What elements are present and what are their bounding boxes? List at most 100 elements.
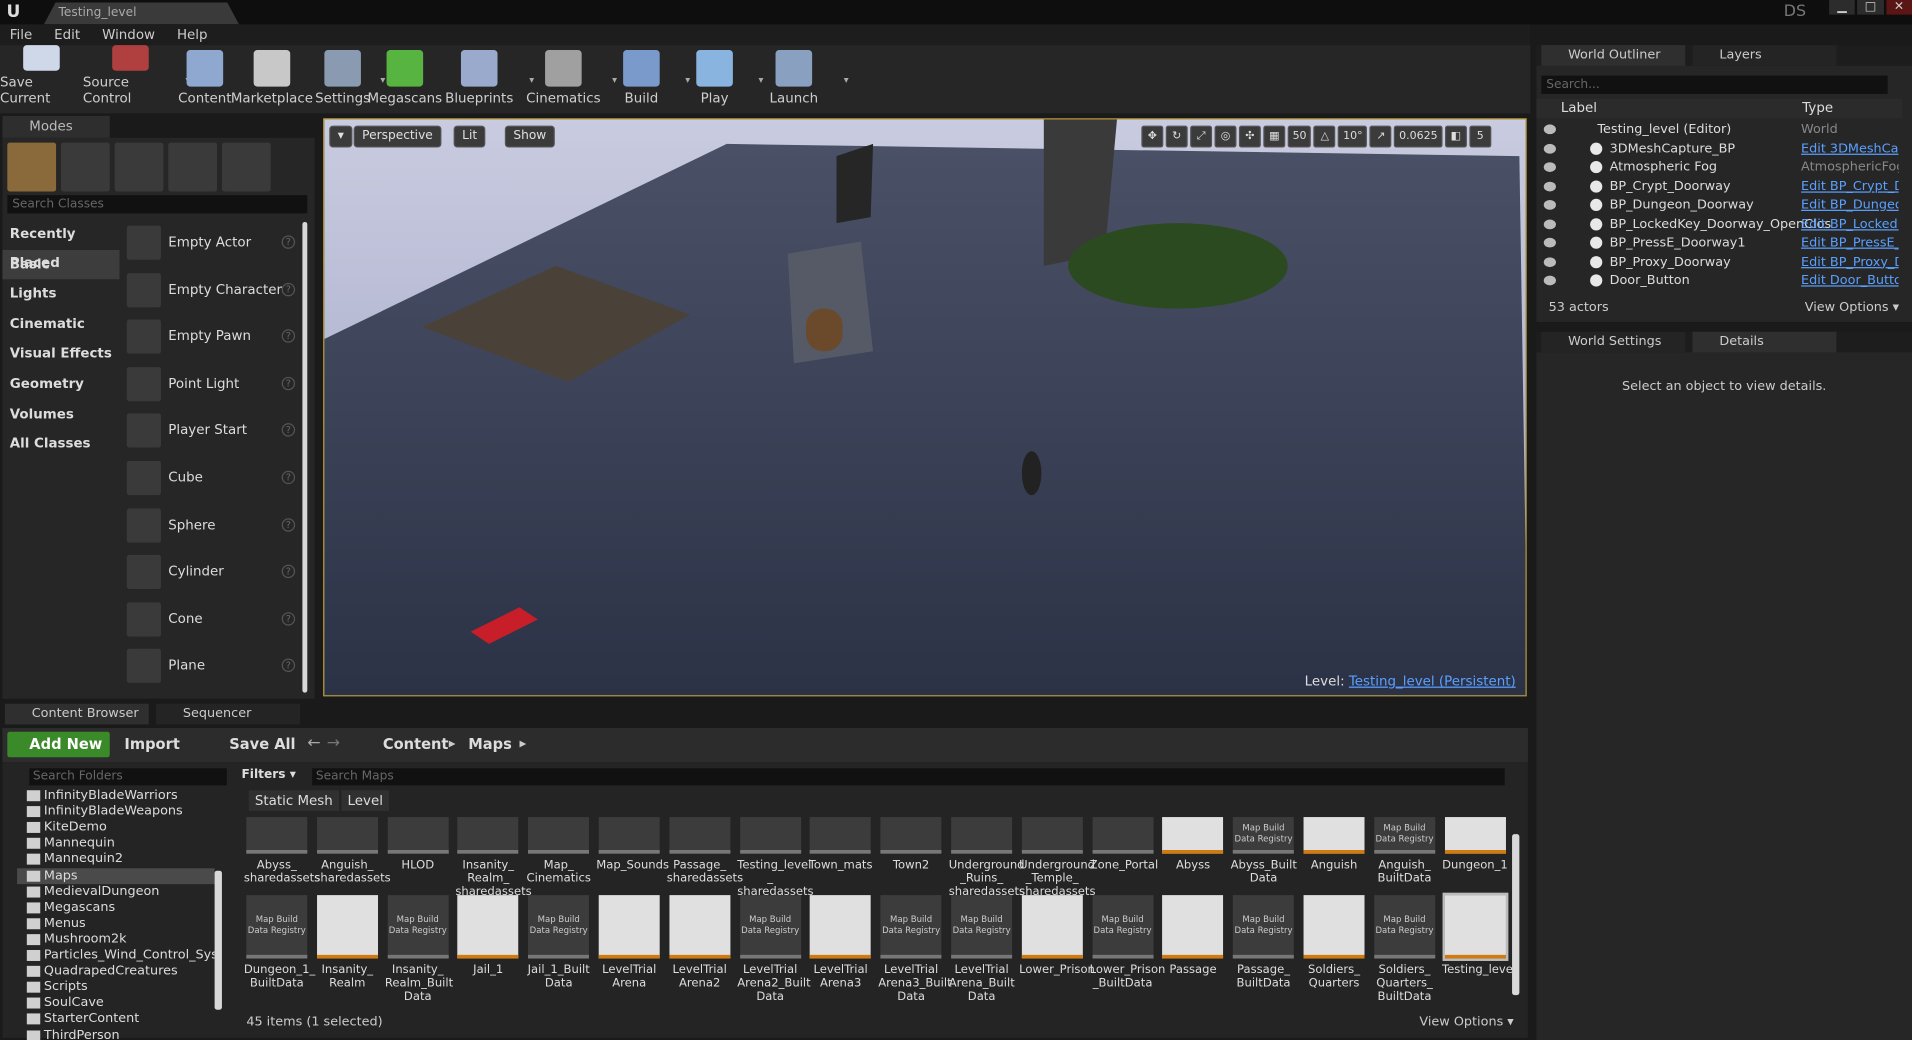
source-control-button[interactable]: Source Control▾ bbox=[83, 45, 190, 113]
paint-mode-icon[interactable] bbox=[60, 142, 110, 192]
grid-snap-icon[interactable]: ▦ bbox=[1263, 125, 1286, 148]
surface-snap-icon[interactable]: ✣ bbox=[1238, 125, 1261, 148]
asset-town-mats[interactable]: Town_mats bbox=[808, 817, 874, 872]
world-outliner-tab[interactable]: World Outliner bbox=[1541, 45, 1686, 66]
row-type-link[interactable]: Edit BP_PressE_I bbox=[1801, 234, 1899, 252]
foliage-mode-icon[interactable] bbox=[168, 142, 218, 192]
class-item-empty-pawn[interactable]: Empty Pawn? bbox=[122, 314, 300, 361]
modes-scrollbar[interactable] bbox=[302, 221, 308, 693]
asset-insanity-realm[interactable]: Insanity_ Realm bbox=[314, 895, 380, 990]
scale-snap-icon[interactable]: ↗ bbox=[1369, 125, 1392, 148]
class-item-empty-actor[interactable]: Empty Actor? bbox=[122, 220, 300, 267]
category-basic[interactable]: Basic bbox=[2, 249, 120, 280]
asset-leveltrial-arena3[interactable]: LevelTrial Arena3 bbox=[808, 895, 874, 990]
modes-tab[interactable]: Modes bbox=[2, 115, 110, 138]
path-maps[interactable]: Maps bbox=[468, 735, 512, 752]
category-all-classes[interactable]: All Classes bbox=[2, 429, 119, 459]
asset-hlod[interactable]: HLOD bbox=[385, 817, 451, 872]
category-lights[interactable]: Lights bbox=[2, 279, 119, 309]
outliner-row[interactable]: BP_Proxy_Doorway Edit BP_Proxy_D bbox=[1536, 253, 1902, 272]
camera-speed-value[interactable]: 5 bbox=[1469, 125, 1492, 148]
asset-zone-portal[interactable]: Zone_Portal bbox=[1090, 817, 1158, 872]
search-maps-input[interactable]: Search Maps bbox=[312, 768, 1505, 786]
visibility-eye-icon[interactable] bbox=[1543, 124, 1556, 135]
asset-dungeon-1-builtdata[interactable]: Map Build Data Registry Dungeon_1_ BuiltD… bbox=[244, 895, 315, 990]
outliner-row[interactable]: 3DMeshCapture_BP Edit 3DMeshCap bbox=[1536, 140, 1902, 159]
row-type-link[interactable]: Edit 3DMeshCap bbox=[1801, 140, 1899, 158]
help-icon[interactable]: ? bbox=[281, 376, 296, 390]
class-item-cube[interactable]: Cube? bbox=[122, 455, 300, 502]
asset-insanity-realm-sharedassets[interactable]: Insanity_ Realm_ sharedassets bbox=[455, 817, 532, 899]
outliner-row[interactable]: BP_LockedKey_Doorway_OpenClos Edit BP_Loc… bbox=[1536, 215, 1902, 234]
class-item-plane[interactable]: Plane? bbox=[122, 643, 300, 690]
folder-infinitybladeweapons[interactable]: InfinityBladeWeapons bbox=[17, 804, 215, 820]
perspective-button[interactable]: Perspective bbox=[353, 125, 442, 148]
megascans-button[interactable]: Megascans bbox=[368, 45, 442, 113]
filter-chip-static-mesh[interactable]: Static Mesh bbox=[248, 790, 339, 811]
folder-mannequin2[interactable]: Mannequin2 bbox=[17, 852, 215, 868]
help-icon[interactable]: ? bbox=[281, 611, 296, 626]
asset-abyss-built-data[interactable]: Map Build Data Registry Abyss_Built Data bbox=[1231, 817, 1297, 885]
menu-window[interactable]: Window bbox=[102, 24, 155, 45]
dropdown-arrow-icon[interactable]: ▾ bbox=[844, 74, 849, 85]
visibility-eye-icon[interactable] bbox=[1543, 143, 1556, 154]
visibility-eye-icon[interactable] bbox=[1543, 237, 1556, 248]
asset-lower-prison[interactable]: Lower_Prison bbox=[1019, 895, 1095, 977]
folder-soulcave[interactable]: SoulCave bbox=[17, 995, 215, 1011]
layers-tab[interactable]: Layers bbox=[1692, 45, 1837, 66]
sequencer-tab[interactable]: Sequencer bbox=[156, 703, 300, 725]
outliner-row[interactable]: BP_Crypt_Doorway Edit BP_Crypt_D bbox=[1536, 177, 1902, 196]
help-icon[interactable]: ? bbox=[281, 470, 296, 485]
import-button[interactable]: Import bbox=[124, 735, 179, 752]
folder-kitedemo[interactable]: KiteDemo bbox=[17, 820, 215, 836]
row-type-link[interactable]: Edit BP_LockedK bbox=[1801, 215, 1899, 233]
asset-testing-level[interactable]: Testing_level bbox=[1442, 892, 1516, 977]
asset-anguish[interactable]: Anguish bbox=[1301, 817, 1367, 872]
help-icon[interactable]: ? bbox=[281, 658, 296, 673]
folder-scrollbar[interactable] bbox=[214, 870, 222, 1010]
rotation-snap-value[interactable]: 10° bbox=[1338, 125, 1368, 148]
class-item-point-light[interactable]: Point Light? bbox=[122, 361, 300, 408]
folder-menus[interactable]: Menus bbox=[17, 916, 215, 932]
class-item-empty-character[interactable]: Empty Character? bbox=[122, 267, 300, 314]
show-button[interactable]: Show bbox=[504, 125, 555, 148]
save-current-button[interactable]: Save Current bbox=[0, 45, 83, 113]
type-column[interactable]: Type bbox=[1802, 100, 1833, 116]
menu-help[interactable]: Help bbox=[177, 24, 208, 45]
help-icon[interactable]: ? bbox=[281, 235, 296, 249]
content-view-options[interactable]: View Options ▾ bbox=[1419, 1015, 1513, 1030]
asset-testing-level-sharedassets[interactable]: Testing_level _ sharedassets bbox=[737, 817, 814, 899]
category-volumes[interactable]: Volumes bbox=[2, 399, 119, 429]
folder-particles-wind-control-syst[interactable]: Particles_Wind_Control_Syst bbox=[17, 948, 215, 964]
asset-town2[interactable]: Town2 bbox=[878, 817, 944, 872]
content-browser-tab[interactable]: Content Browser bbox=[4, 703, 149, 725]
marketplace-button[interactable]: Marketplace bbox=[231, 45, 313, 113]
asset-abyss-sharedassets[interactable]: Abyss_ sharedassets bbox=[244, 817, 320, 885]
asset-passage-sharedassets[interactable]: Passage_ sharedassets bbox=[667, 817, 743, 885]
help-icon[interactable]: ? bbox=[281, 564, 296, 579]
outliner-row-root[interactable]: Testing_level (Editor) World bbox=[1536, 121, 1902, 140]
rotate-icon[interactable]: ↻ bbox=[1165, 125, 1188, 148]
menu-file[interactable]: File bbox=[10, 24, 32, 45]
folder-quadrapedcreatures[interactable]: QuadrapedCreatures bbox=[17, 964, 215, 980]
help-icon[interactable]: ? bbox=[281, 423, 296, 438]
visibility-eye-icon[interactable] bbox=[1543, 256, 1556, 267]
folder-scripts[interactable]: Scripts bbox=[17, 979, 215, 995]
search-folders-input[interactable]: Search Folders bbox=[29, 768, 227, 786]
play-button[interactable]: Play ▾ bbox=[678, 45, 763, 113]
folder-thirdperson[interactable]: ThirdPerson bbox=[17, 1027, 215, 1040]
menu-edit[interactable]: Edit bbox=[54, 24, 80, 45]
filter-chip-level[interactable]: Level bbox=[341, 790, 390, 811]
asset-anguish-builtdata[interactable]: Map Build Data Registry Anguish_ BuiltDat… bbox=[1372, 817, 1438, 885]
viewport-options-dropdown[interactable]: ▾ bbox=[329, 125, 353, 148]
asset-anguish-sharedassets[interactable]: Anguish_ sharedassets bbox=[314, 817, 391, 885]
asset-underground-temple-sharedassets[interactable]: Underground _Temple_ sharedassets bbox=[1019, 817, 1096, 899]
level-viewport[interactable]: ▾ Perspective Lit Show ✥ ↻ ⤢ ◎ ✣ ▦ 50 △ … bbox=[323, 118, 1527, 697]
class-item-cone[interactable]: Cone? bbox=[122, 596, 300, 643]
level-name-link[interactable]: Testing_level (Persistent) bbox=[1349, 673, 1516, 689]
grid-snap-value[interactable]: 50 bbox=[1287, 125, 1312, 148]
translate-icon[interactable]: ✥ bbox=[1141, 125, 1164, 148]
visibility-eye-icon[interactable] bbox=[1543, 275, 1556, 286]
asset-underground-ruins-sharedassets[interactable]: Underground _Ruins_ sharedassets bbox=[949, 817, 1025, 899]
minimize-button[interactable]: ▁ bbox=[1829, 0, 1856, 15]
